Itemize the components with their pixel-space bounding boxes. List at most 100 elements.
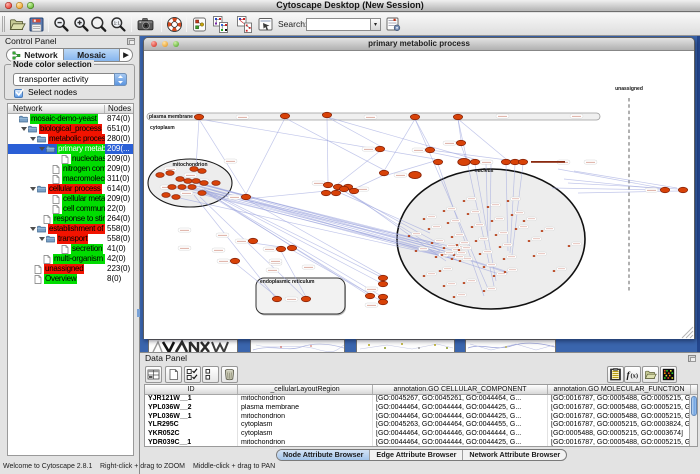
graph-node[interactable] <box>287 245 296 250</box>
graph-node[interactable] <box>178 185 186 190</box>
tree-row[interactable]: cellular metabo209(0) <box>8 194 133 204</box>
graph-node[interactable] <box>322 112 331 117</box>
table-row[interactable]: YKR052Ccytoplasm[GO:0044464, GO:0044446,… <box>145 430 697 439</box>
table-cell[interactable]: [GO:0016787, GO:0005488, GO:0005215, G..… <box>548 404 691 413</box>
expand-triangle-icon[interactable] <box>30 137 36 141</box>
graph-node[interactable] <box>331 190 340 195</box>
expand-triangle-icon[interactable] <box>30 227 36 231</box>
tree-row-label[interactable]: cellular process <box>48 184 102 194</box>
graph-node-tiny[interactable] <box>439 270 441 272</box>
tree-row-label[interactable]: biological_process <box>39 124 102 134</box>
zoom-selected-icon[interactable]: 1:1 <box>109 15 128 34</box>
graph-node[interactable] <box>518 159 527 164</box>
table-cell[interactable]: [GO:0016787, GO:0005488, GO:0005215, G..… <box>548 413 691 422</box>
tree-row[interactable]: transport558(0) <box>8 234 133 244</box>
table-cell[interactable]: YKR052C <box>145 430 238 439</box>
graph-node-tiny[interactable] <box>453 296 455 298</box>
graph-node[interactable] <box>378 281 387 286</box>
graph-node-tiny[interactable] <box>523 220 525 222</box>
expand-triangle-icon[interactable] <box>39 237 45 241</box>
zoom-out-icon[interactable] <box>52 15 71 34</box>
network-view-window[interactable]: primary metabolic process plasma membran… <box>143 37 695 339</box>
graph-node[interactable] <box>184 179 192 184</box>
network-canvas[interactable]: plasma membranecytoplasmmitochondrionnuc… <box>144 51 694 339</box>
graph-node-tiny[interactable] <box>443 247 445 249</box>
table-cell[interactable]: [GO:0005488, GO:0005215, GO:0003674] <box>548 430 691 439</box>
attribute-table-icon[interactable] <box>145 366 162 383</box>
graph-node-tiny[interactable] <box>431 242 433 244</box>
app-title-bar[interactable]: Cytoscape Desktop (New Session) <box>0 0 700 12</box>
select-nodes-checkbox[interactable] <box>14 89 23 98</box>
table-column-header[interactable]: annotation.GO CELLULAR_COMPONENT <box>373 385 548 394</box>
float-panel-icon[interactable] <box>127 38 135 45</box>
graph-node-tiny[interactable] <box>456 244 458 246</box>
zoom-fit-icon[interactable] <box>89 15 108 34</box>
graph-node[interactable] <box>470 159 479 164</box>
table-cell[interactable]: cytoplasm <box>238 430 373 439</box>
graph-node[interactable] <box>339 186 348 191</box>
background-window[interactable] <box>250 339 345 352</box>
graph-node-tiny[interactable] <box>483 290 485 292</box>
table-row[interactable]: YJR121W__1mitochondrion[GO:0045267, GO:0… <box>145 395 697 404</box>
search-input[interactable] <box>306 18 370 31</box>
annotation-icon[interactable] <box>256 15 275 34</box>
graph-node[interactable] <box>248 238 257 243</box>
graph-node-tiny[interactable] <box>435 256 437 258</box>
attribute-list-icon[interactable] <box>607 366 624 383</box>
graph-node-tiny[interactable] <box>503 258 505 260</box>
network-tree-header[interactable]: Network Nodes <box>8 104 133 114</box>
graph-node[interactable] <box>365 293 374 298</box>
attribute-table-header[interactable]: ID_cellularLayoutRegionannotation.GO CEL… <box>145 385 697 395</box>
graph-node[interactable] <box>410 114 419 119</box>
formula-builder-icon[interactable]: f(x) <box>624 366 641 383</box>
graph-node-tiny[interactable] <box>493 275 495 277</box>
graph-node[interactable] <box>323 182 332 187</box>
graph-node-tiny[interactable] <box>491 220 493 222</box>
graph-node[interactable] <box>321 190 330 195</box>
table-cell[interactable]: [GO:0016787, GO:0005215, GO:0003824, G..… <box>548 421 691 430</box>
tree-row[interactable]: nitrogen compo209(0) <box>8 164 133 174</box>
table-cell[interactable]: YJR121W__1 <box>145 395 238 404</box>
new-attribute-icon[interactable] <box>165 366 182 383</box>
table-cell[interactable]: mitochondrion <box>238 395 373 404</box>
graph-node[interactable] <box>378 275 387 280</box>
background-window[interactable] <box>356 339 455 352</box>
graph-node[interactable] <box>241 194 250 199</box>
resize-grip-icon[interactable] <box>682 327 693 338</box>
tree-row[interactable]: cellular process614(0) <box>8 184 133 194</box>
graph-node-tiny[interactable] <box>451 236 453 238</box>
graph-node-tiny[interactable] <box>443 210 445 212</box>
tree-row-label[interactable]: secretion <box>71 244 103 254</box>
table-scrollbar[interactable] <box>689 395 697 447</box>
unselect-attributes-icon[interactable] <box>202 366 219 383</box>
graph-node[interactable] <box>172 195 180 200</box>
tree-row-label[interactable]: Overview <box>44 274 77 284</box>
tree-row[interactable]: multi-organism pro42(0) <box>8 254 133 264</box>
import-attributes-icon[interactable] <box>235 15 254 34</box>
graph-node[interactable] <box>272 296 281 301</box>
graph-node[interactable] <box>168 185 176 190</box>
tab-edge-attribute-browser[interactable]: Edge Attribute Browser <box>369 450 462 460</box>
graph-node[interactable] <box>409 171 421 178</box>
graph-node-tiny[interactable] <box>568 245 570 247</box>
graph-node-tiny[interactable] <box>463 200 465 202</box>
graph-node-tiny[interactable] <box>504 271 506 273</box>
snapshot-camera-icon[interactable] <box>136 15 155 34</box>
tree-row-label[interactable]: primary metabo <box>57 144 111 154</box>
tree-row-label[interactable]: transport <box>57 234 88 244</box>
graph-node-tiny[interactable] <box>408 235 410 237</box>
graph-node[interactable] <box>301 296 310 301</box>
graph-node-tiny[interactable] <box>533 255 535 257</box>
table-row[interactable]: YPL036W__2plasma membrane[GO:0044464, GO… <box>145 404 697 413</box>
tree-row[interactable]: primary metabo209(... <box>8 144 133 154</box>
graph-node[interactable] <box>198 169 206 174</box>
graph-node-tiny[interactable] <box>447 222 449 224</box>
graph-node-tiny[interactable] <box>499 246 501 248</box>
graph-node-tiny[interactable] <box>487 206 489 208</box>
tree-row[interactable]: nucleobase-209(0) <box>8 154 133 164</box>
background-window[interactable] <box>465 339 556 352</box>
search-dropdown-arrow-icon[interactable]: ▾ <box>370 18 381 31</box>
graph-node-tiny[interactable] <box>528 240 530 242</box>
graph-node[interactable] <box>198 191 206 196</box>
graph-node[interactable] <box>192 179 200 184</box>
